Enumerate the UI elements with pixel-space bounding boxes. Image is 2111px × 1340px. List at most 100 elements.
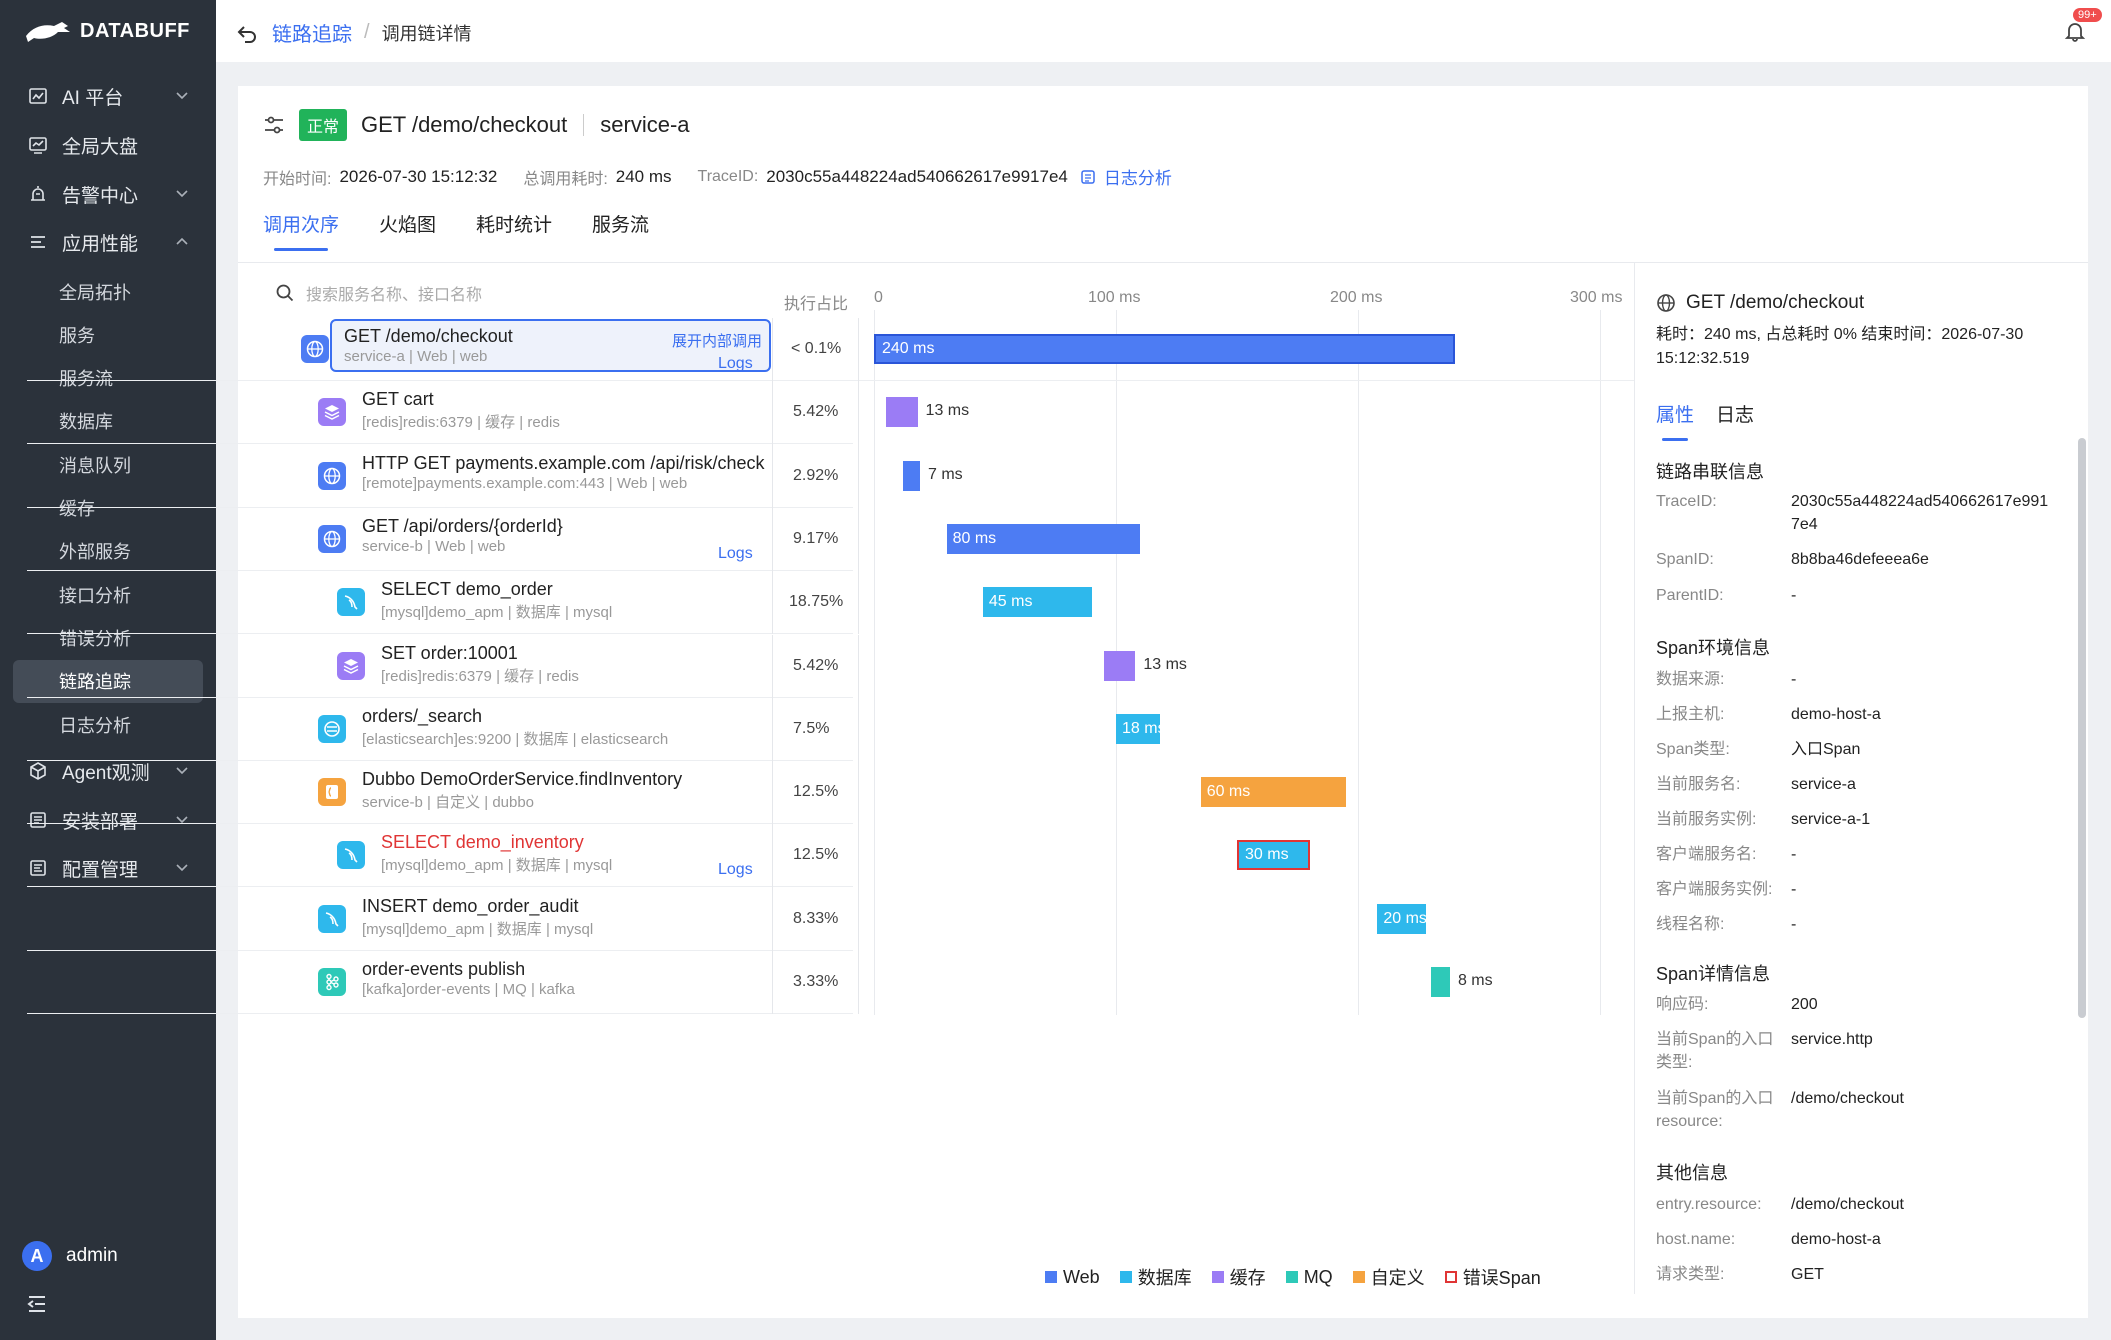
globe-icon <box>1657 294 1675 312</box>
detail-field-key: 上报主机: <box>1656 706 1725 723</box>
span-name[interactable]: HTTP GET payments.example.com /api/risk/… <box>362 453 764 474</box>
detail-field-key: 响应码: <box>1656 996 1709 1013</box>
span-logs-link[interactable]: Logs <box>718 545 753 563</box>
legend-item-db[interactable]: 数据库 <box>1119 1264 1192 1290</box>
cell-divider <box>858 761 859 825</box>
search-icon <box>276 284 294 302</box>
breadcrumb: 链路追踪 / 调用链详情 <box>236 18 472 47</box>
span-name[interactable]: SET order:10001 <box>381 643 518 664</box>
span-bar[interactable]: 30 ms <box>1237 840 1310 871</box>
span-subtitle: [remote]payments.example.com:443 | Web |… <box>362 474 688 492</box>
span-name[interactable]: SELECT demo_inventory <box>381 832 584 853</box>
breadcrumb-root[interactable]: 链路追踪 <box>272 18 352 47</box>
brand-logo[interactable]: DATABUFF <box>24 18 190 44</box>
legend-swatch <box>1045 1271 1057 1283</box>
span-percent: 5.42% <box>793 656 839 674</box>
span-bar-label: 80 ms <box>952 529 997 547</box>
span-name[interactable]: order-events publish <box>362 959 525 980</box>
span-name[interactable]: orders/_search <box>362 706 482 727</box>
axis-tick-label: 200 ms <box>1330 289 1383 306</box>
span-bar[interactable] <box>1103 650 1136 681</box>
back-arrow-icon[interactable] <box>236 22 258 44</box>
legend-item-custom[interactable]: 自定义 <box>1352 1264 1425 1290</box>
legend-label: 自定义 <box>1370 1268 1425 1288</box>
span-bar[interactable] <box>903 460 920 491</box>
sidebar-item-ai-chart[interactable]: AI 平台 <box>0 72 216 120</box>
legend-item-web[interactable]: Web <box>1045 1264 1100 1290</box>
top-header: 链路追踪 / 调用链详情 99+ <box>216 0 2111 62</box>
detail-operation: GET /demo/checkout <box>1686 292 1865 313</box>
span-name[interactable]: SELECT demo_order <box>381 579 553 600</box>
chevron-up-icon[interactable] <box>176 236 188 248</box>
notification-bell-icon[interactable] <box>2064 20 2086 42</box>
detail-field-value: 2030c55a448224ad540662617e9917e4 <box>1791 493 2049 533</box>
span-bar[interactable]: 240 ms <box>874 334 1455 364</box>
trace-service: service-a <box>600 112 690 137</box>
log-analysis-link[interactable]: 日志分析 <box>1080 164 1172 189</box>
span-bar[interactable]: 60 ms <box>1200 777 1346 808</box>
tab-0[interactable]: 调用次序 <box>263 210 339 251</box>
copy-doc-icon[interactable] <box>1080 169 1096 185</box>
chevron-down-icon[interactable] <box>176 90 188 102</box>
expand-internal-calls-link[interactable]: 展开内部调用 <box>672 330 762 351</box>
span-percent: 8.33% <box>793 909 839 927</box>
layers-icon <box>318 398 346 427</box>
span-subtitle: [mysql]demo_apm | 数据库 | mysql <box>381 604 613 622</box>
filter-sliders-icon[interactable] <box>263 114 285 136</box>
cell-divider <box>772 318 773 382</box>
span-name[interactable]: Dubbo DemoOrderService.findInventory <box>362 769 682 790</box>
cell-divider <box>858 634 859 698</box>
detail-tab-1[interactable]: 日志 <box>1716 400 1754 441</box>
sidebar-item-apm[interactable]: 应用性能 <box>0 218 216 266</box>
detail-field-key: host.name: <box>1656 1231 1736 1248</box>
sidebar-item-dashboard[interactable]: 全局大盘 <box>0 121 216 169</box>
detail-tab-0[interactable]: 属性 <box>1656 400 1694 441</box>
detail-section-title: Span环境信息 <box>1656 638 1771 658</box>
span-bar-label: 240 ms <box>882 340 935 357</box>
span-logs-link[interactable]: Logs <box>718 861 753 879</box>
detail-field-key: 客户端服务实例: <box>1656 881 1773 898</box>
search-input[interactable]: 搜索服务名称、接口名称 <box>306 281 482 305</box>
detail-scrollbar[interactable] <box>2078 438 2086 1018</box>
span-bar[interactable]: 80 ms <box>946 523 1141 554</box>
tab-1[interactable]: 火焰图 <box>379 210 436 251</box>
span-name[interactable]: GET /api/orders/{orderId} <box>362 516 563 537</box>
span-bar[interactable] <box>1430 967 1450 997</box>
tab-3[interactable]: 服务流 <box>592 210 649 251</box>
cell-divider <box>858 887 859 951</box>
span-subtitle: [redis]redis:6379 | 缓存 | redis <box>381 667 579 685</box>
mysql-dolphin-icon <box>337 588 365 617</box>
span-logs-link[interactable]: Logs <box>718 355 753 373</box>
span-name[interactable]: GET /demo/checkout <box>344 326 513 347</box>
detail-field-key: 请求类型: <box>1656 1266 1725 1283</box>
span-bar[interactable]: 20 ms <box>1377 903 1427 934</box>
cell-divider <box>858 507 859 572</box>
span-name[interactable]: GET cart <box>362 389 434 410</box>
legend-item-error[interactable]: 错误Span <box>1444 1264 1541 1290</box>
trace-meta: 开始时间: 2026-07-30 15:12:32 总调用耗时: 240 ms … <box>263 164 1172 189</box>
user-menu[interactable]: A admin <box>22 1241 118 1271</box>
apm-icon <box>28 232 48 252</box>
legend-swatch <box>1285 1271 1298 1283</box>
span-percent: 18.75% <box>789 593 844 611</box>
detail-field-value: service.http <box>1791 1031 1873 1048</box>
detail-field-value: 8b8ba46defeeea6e <box>1791 551 1929 568</box>
span-bar-label: 7 ms <box>927 465 963 483</box>
sidebar-item-alarm[interactable]: 告警中心 <box>0 170 216 218</box>
legend-item-cache[interactable]: 缓存 <box>1211 1264 1266 1290</box>
traceid-label: TraceID: <box>697 167 759 185</box>
detail-field-value: demo-host-a <box>1791 1231 1881 1248</box>
tab-2[interactable]: 耗时统计 <box>476 210 552 251</box>
cell-divider <box>772 634 773 698</box>
log-analysis-label[interactable]: 日志分析 <box>1104 164 1172 189</box>
span-bar[interactable]: 45 ms <box>982 587 1092 618</box>
menu-collapse-icon[interactable] <box>26 1293 48 1315</box>
span-bar[interactable]: 18 ms <box>1116 713 1166 744</box>
chevron-down-icon[interactable] <box>176 188 188 200</box>
detail-field-key: TraceID: <box>1656 493 1717 510</box>
legend-item-mq[interactable]: MQ <box>1285 1264 1333 1290</box>
span-name[interactable]: INSERT demo_order_audit <box>362 896 578 917</box>
span-bar[interactable] <box>886 397 918 428</box>
span-search[interactable]: 搜索服务名称、接口名称 <box>276 281 482 305</box>
sidebar-subitem[interactable]: 全局拓扑 <box>0 270 216 313</box>
